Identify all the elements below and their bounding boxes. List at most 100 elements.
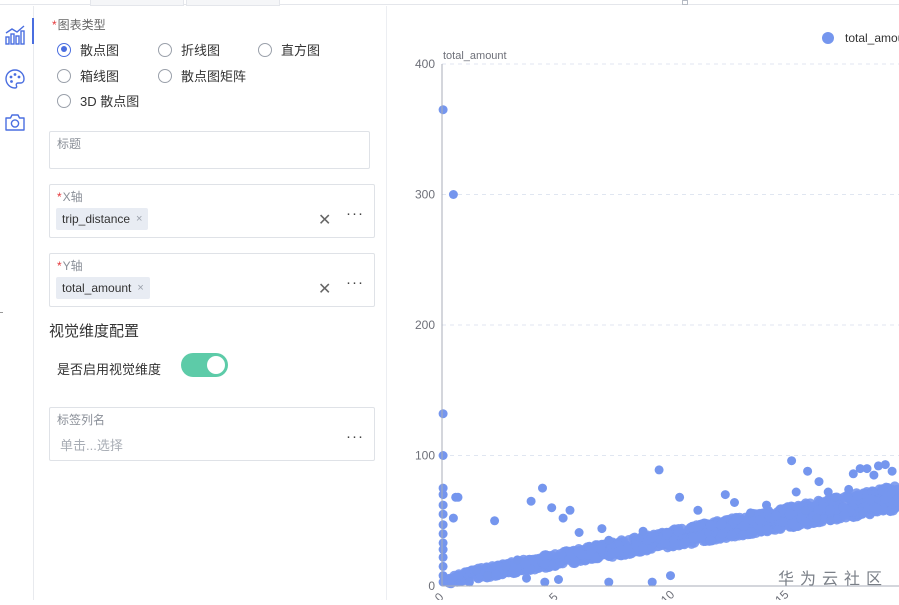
chip-remove-icon[interactable]: × bbox=[136, 213, 142, 225]
y-axis-chip: total_amount × bbox=[56, 277, 150, 299]
y-tick-label: 300 bbox=[415, 188, 435, 202]
scatter-point bbox=[438, 529, 448, 539]
y-axis-label: *Y轴 bbox=[57, 257, 83, 274]
scatter-point bbox=[737, 530, 748, 541]
scatter-point bbox=[501, 561, 511, 571]
palette-icon[interactable] bbox=[3, 67, 27, 91]
y-axis-field[interactable]: *Y轴 total_amount × ✕ ··· bbox=[49, 253, 375, 307]
scatter-point bbox=[438, 552, 448, 562]
radio-3d-scatter[interactable]: 3D 散点图 bbox=[57, 91, 139, 110]
scatter-point bbox=[862, 464, 872, 474]
scatter-point bbox=[865, 494, 875, 505]
scatter-point bbox=[787, 456, 797, 466]
scatter-point bbox=[438, 451, 448, 460]
scatter-point bbox=[597, 524, 607, 534]
radio-scatter[interactable]: 散点图 bbox=[57, 40, 119, 59]
scatter-point bbox=[673, 524, 684, 534]
radio-line[interactable]: 折线图 bbox=[158, 40, 220, 59]
radio-label: 散点图矩阵 bbox=[181, 69, 247, 84]
radio-label: 直方图 bbox=[281, 43, 321, 58]
required-mark: * bbox=[57, 259, 62, 273]
scatter-point bbox=[539, 550, 550, 561]
scatter-point bbox=[814, 477, 824, 487]
scatter-point bbox=[787, 518, 798, 529]
x-axis-field[interactable]: *X轴 trip_distance × ✕ ··· bbox=[49, 184, 375, 238]
scatter-point bbox=[448, 190, 458, 199]
radio-dot bbox=[158, 68, 172, 83]
y-axis-label-text: Y轴 bbox=[62, 259, 83, 273]
chip-remove-icon[interactable]: × bbox=[137, 282, 143, 294]
x-tick-label: 0 bbox=[432, 590, 447, 600]
scatter-point bbox=[880, 460, 890, 470]
scatter-point bbox=[448, 513, 458, 523]
scatter-point bbox=[857, 509, 867, 519]
scatter-point bbox=[825, 505, 835, 515]
scatter-point bbox=[830, 492, 840, 502]
y-axis-more-icon[interactable]: ··· bbox=[346, 274, 364, 291]
title-field-label: 标题 bbox=[57, 137, 82, 151]
radio-dot bbox=[57, 68, 71, 83]
scatter-point bbox=[471, 565, 481, 575]
scatter-point bbox=[716, 519, 727, 530]
scatter-point bbox=[803, 466, 813, 476]
scatter-point bbox=[586, 544, 597, 555]
scatter-point bbox=[438, 105, 448, 115]
scatter-point bbox=[438, 500, 448, 510]
visual-dimension-toggle[interactable] bbox=[181, 353, 228, 377]
scatter-point bbox=[547, 503, 557, 513]
x-axis-more-icon[interactable]: ··· bbox=[346, 205, 364, 222]
x-axis-label: *X轴 bbox=[57, 188, 83, 205]
chart-type-label-text: 图表类型 bbox=[57, 18, 106, 32]
scatter-point bbox=[438, 520, 448, 530]
scatter-point bbox=[844, 484, 854, 494]
scatter-point bbox=[647, 577, 657, 587]
scatter-point bbox=[720, 490, 730, 500]
x-axis-label-text: X轴 bbox=[62, 190, 83, 204]
scatter-point bbox=[852, 490, 863, 501]
scatter-point bbox=[638, 526, 648, 536]
y-tick-label: 400 bbox=[415, 57, 435, 71]
camera-icon[interactable] bbox=[3, 110, 27, 134]
scatter-point bbox=[438, 545, 448, 554]
x-tick-label: 15 bbox=[772, 587, 792, 600]
chart-type-label: *图表类型 bbox=[52, 16, 106, 33]
visual-section-title: 视觉维度配置 bbox=[49, 323, 140, 340]
tag-column-field[interactable]: 标签列名 单击...选择 ··· bbox=[49, 407, 375, 461]
scatter-point bbox=[622, 543, 633, 554]
config-panel: *图表类型 散点图 折线图 直方图 箱线图 散点图矩阵 3D 散点图 标题 *X… bbox=[34, 6, 387, 600]
radio-scatter-matrix[interactable]: 散点图矩阵 bbox=[158, 66, 246, 85]
title-field[interactable]: 标题 bbox=[49, 131, 370, 169]
scatter-point bbox=[705, 520, 716, 531]
tag-column-placeholder: 单击...选择 bbox=[60, 438, 123, 453]
scatter-point bbox=[785, 509, 796, 520]
y-axis-clear-icon[interactable]: ✕ bbox=[318, 279, 331, 299]
legend-marker bbox=[822, 32, 834, 44]
scatter-point bbox=[464, 577, 474, 587]
y-axis-value: total_amount bbox=[62, 281, 132, 295]
chart-legend[interactable]: total_amount bbox=[822, 31, 899, 45]
x-axis-value: trip_distance bbox=[62, 212, 131, 226]
rail-marker bbox=[0, 312, 3, 313]
scatter-point bbox=[490, 516, 500, 526]
scatter-point bbox=[800, 517, 811, 528]
y-tick-label: 100 bbox=[415, 449, 435, 463]
radio-boxplot[interactable]: 箱线图 bbox=[57, 66, 119, 85]
scatter-chart: 01002003004000 5 10 15 total_amount total_a… bbox=[415, 31, 899, 605]
toggle-knob bbox=[207, 356, 225, 374]
scatter-point bbox=[637, 543, 648, 554]
tag-column-more-icon[interactable]: ··· bbox=[346, 428, 364, 445]
x-tick-label: 10 bbox=[658, 587, 678, 600]
scatter-point bbox=[438, 490, 448, 500]
scatter-point bbox=[512, 555, 522, 565]
chart-icon[interactable] bbox=[3, 23, 27, 47]
scatter-point bbox=[558, 513, 568, 523]
scatter-point bbox=[565, 505, 575, 515]
resize-handle[interactable] bbox=[682, 0, 688, 5]
scatter-point bbox=[675, 492, 685, 502]
x-axis-clear-icon[interactable]: ✕ bbox=[318, 210, 331, 230]
scatter-point bbox=[438, 409, 448, 419]
scatter-point bbox=[540, 577, 550, 587]
radio-dot bbox=[57, 42, 71, 57]
x-tick-label: 5 bbox=[546, 590, 561, 600]
radio-histogram[interactable]: 直方图 bbox=[258, 40, 320, 59]
